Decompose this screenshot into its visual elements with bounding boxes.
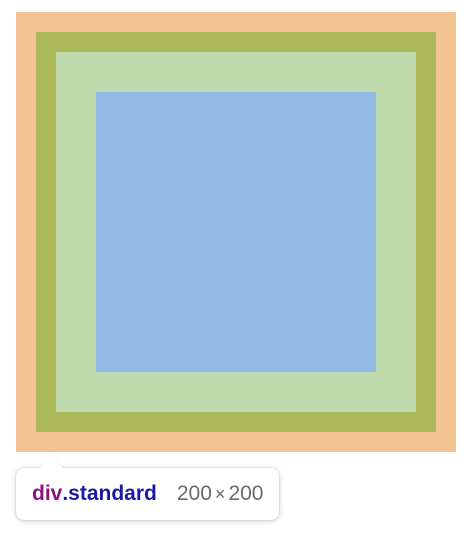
box-model-overlay: div .standard 200 × 200 (0, 0, 472, 534)
content-area (96, 92, 376, 372)
element-width: 200 (176, 482, 212, 505)
element-dimensions: 200 × 200 (177, 482, 264, 506)
element-height: 200 (228, 482, 264, 505)
element-info-tooltip: div .standard 200 × 200 (16, 468, 280, 520)
element-tag-name: div (32, 482, 63, 505)
element-class-name: .standard (62, 482, 157, 505)
dimension-separator: × (214, 483, 226, 504)
tooltip-arrow (38, 456, 64, 469)
